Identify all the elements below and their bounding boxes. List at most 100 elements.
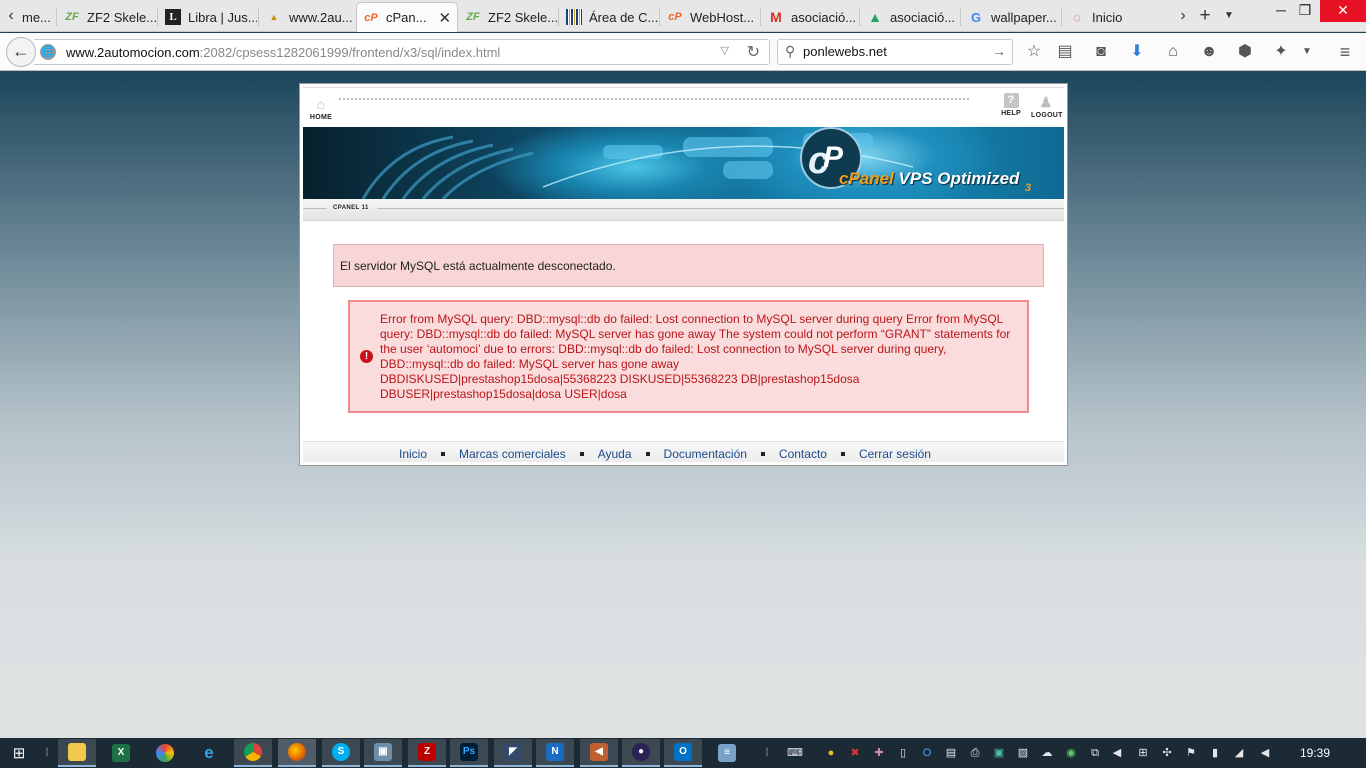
taskbar-internet-explorer[interactable]: e: [190, 739, 228, 767]
tray-grip-icon: ⁞: [765, 747, 769, 759]
search-bar[interactable]: ⚲ →: [777, 39, 1013, 65]
pocket-icon[interactable]: ◙: [1090, 42, 1112, 64]
taskbar-audio[interactable]: ◀: [580, 739, 618, 767]
battery-icon[interactable]: ▮: [1208, 746, 1222, 760]
taskbar-network-app[interactable]: ▣: [364, 739, 402, 767]
taskbar-firefox[interactable]: [278, 739, 316, 767]
footer-link-contacto[interactable]: Contacto: [779, 447, 827, 461]
taskbar-skype[interactable]: S: [322, 739, 360, 767]
printer-icon[interactable]: ⎙: [968, 746, 982, 760]
tab-1[interactable]: ZF ZF2 Skele...: [58, 3, 156, 31]
chrome-icon: [244, 743, 262, 761]
mysql-warning-text: El servidor MySQL está actualmente desco…: [340, 259, 616, 273]
tab-9[interactable]: ▲ asociació...: [861, 3, 959, 31]
tray-app-7-icon[interactable]: ▧: [1016, 746, 1030, 760]
wifi-signal-icon[interactable]: ◢: [1232, 746, 1246, 760]
addon-dropdown-icon[interactable]: ▼: [1296, 42, 1318, 64]
reading-list-icon[interactable]: ▤: [1054, 42, 1076, 64]
search-go-icon[interactable]: →: [992, 43, 1006, 59]
site-info-icon[interactable]: 🌐: [40, 44, 56, 60]
photoshop-icon: Ps: [460, 743, 478, 761]
close-tab-icon[interactable]: ✕: [438, 9, 451, 27]
tray-app-6-icon[interactable]: ▣: [992, 746, 1006, 760]
tab-6[interactable]: Área de C...: [560, 3, 658, 31]
close-window-icon[interactable]: ✕: [1320, 0, 1366, 22]
menu-icon[interactable]: ≡: [1334, 42, 1356, 64]
start-button[interactable]: ⊞: [0, 739, 38, 767]
tab-5[interactable]: ZF ZF2 Skele...: [459, 3, 557, 31]
tab-label: Libra | Jus...: [188, 9, 257, 25]
tab-8[interactable]: M asociació...: [762, 3, 858, 31]
tab-10[interactable]: G wallpaper...: [962, 3, 1060, 31]
speaker-icon[interactable]: ◀: [1258, 746, 1272, 760]
tab-3[interactable]: ▲ www.2au...: [260, 3, 356, 31]
onedrive-icon[interactable]: ☁: [1040, 746, 1054, 760]
taskbar-dreamweaver[interactable]: ◤: [494, 739, 532, 767]
tray-app-8-icon[interactable]: ✣: [1160, 746, 1174, 760]
restore-icon[interactable]: ❐: [1288, 0, 1322, 22]
chat-icon[interactable]: ☻: [1198, 42, 1220, 64]
reload-icon[interactable]: ↻: [747, 42, 760, 62]
logo-brand: cPanel: [839, 169, 894, 188]
footer-link-documentacion[interactable]: Documentación: [664, 447, 747, 461]
taskbar-file-explorer[interactable]: [58, 739, 96, 767]
search-input[interactable]: [803, 44, 983, 59]
bookmark-star-icon[interactable]: ☆: [1023, 42, 1045, 64]
tab-0[interactable]: me...: [16, 3, 56, 31]
logout-link[interactable]: ♟ LOGOUT: [1031, 95, 1063, 120]
taskbar-photoshop[interactable]: Ps: [450, 739, 488, 767]
help-link[interactable]: ? HELP: [1001, 93, 1021, 117]
tab-4-active[interactable]: cP cPan... ✕: [356, 2, 458, 32]
tray-outlook-icon[interactable]: O: [920, 746, 934, 760]
tab-strip: ‹ me... ZF ZF2 Skele... L Libra | Jus...…: [0, 0, 1366, 32]
url-text[interactable]: www.2automocion.com:2082/cpsess128206199…: [66, 45, 500, 60]
tab-scroll-right-icon[interactable]: ›: [1174, 7, 1192, 25]
addon-icon[interactable]: ✦: [1270, 42, 1292, 64]
taskbar-chrome[interactable]: [234, 739, 272, 767]
tab-label: WebHost...: [690, 9, 755, 25]
taskbar-outlook[interactable]: O: [664, 739, 702, 767]
logout-label: LOGOUT: [1031, 112, 1063, 119]
audio-app-icon: ◀: [590, 743, 608, 761]
tab-11[interactable]: ◌ Inicio: [1063, 3, 1163, 31]
new-tab-icon[interactable]: +: [1196, 6, 1214, 25]
tray-network-icon[interactable]: ⧉: [1088, 746, 1102, 760]
tray-app-1-icon[interactable]: ●: [824, 746, 838, 760]
taskbar-filezilla[interactable]: Z: [408, 739, 446, 767]
taskbar-excel[interactable]: X: [102, 739, 140, 767]
footer-link-ayuda[interactable]: Ayuda: [598, 447, 632, 461]
volume-icon[interactable]: ◀: [1110, 746, 1124, 760]
barcode-icon: [566, 9, 582, 25]
tray-windows-icon[interactable]: ⊞: [1136, 746, 1150, 760]
back-button-icon[interactable]: ←: [6, 37, 36, 67]
tray-app-4-icon[interactable]: ▯: [896, 746, 910, 760]
footer-link-marcas[interactable]: Marcas comerciales: [459, 447, 566, 461]
tray-globe-icon[interactable]: ◉: [1064, 746, 1078, 760]
footer-link-cerrar-sesion[interactable]: Cerrar sesión: [859, 447, 931, 461]
home-icon[interactable]: ⌂: [1162, 42, 1184, 64]
taskbar-netbeans[interactable]: N: [536, 739, 574, 767]
url-dropdown-icon[interactable]: ▽: [721, 44, 729, 57]
phpmyadmin-icon: ▲: [269, 12, 279, 22]
action-center-flag-icon[interactable]: ⚑: [1184, 746, 1198, 760]
extension-icon[interactable]: ⬢: [1234, 42, 1256, 64]
tab-2[interactable]: L Libra | Jus...: [159, 3, 257, 31]
tab-7[interactable]: cP WebHost...: [661, 3, 759, 31]
tray-app-3-icon[interactable]: ✚: [872, 746, 886, 760]
tray-app-2-icon[interactable]: ✖: [848, 746, 862, 760]
tray-app-5-icon[interactable]: ▤: [944, 746, 958, 760]
footer-separator: [441, 451, 446, 456]
tab-list-icon[interactable]: ▼: [1220, 7, 1238, 25]
url-bar[interactable]: 🌐 www.2automocion.com:2082/cpsess1282061…: [34, 39, 770, 65]
taskbar-notes[interactable]: ≡: [708, 739, 746, 767]
taskbar-eclipse[interactable]: ●: [622, 739, 660, 767]
cpanel-logo-text: cPanel VPS Optimized: [839, 169, 1019, 189]
tab-label: asociació...: [890, 9, 956, 25]
home-link[interactable]: ⌂ HOME: [309, 97, 333, 122]
taskbar-clock[interactable]: 19:39: [1300, 746, 1330, 760]
footer-link-inicio[interactable]: Inicio: [399, 447, 427, 461]
keyboard-icon[interactable]: ⌨: [786, 746, 804, 760]
downloads-icon[interactable]: ⬇: [1126, 42, 1148, 64]
picasa-icon: [156, 744, 174, 762]
taskbar-picasa[interactable]: [146, 739, 184, 767]
